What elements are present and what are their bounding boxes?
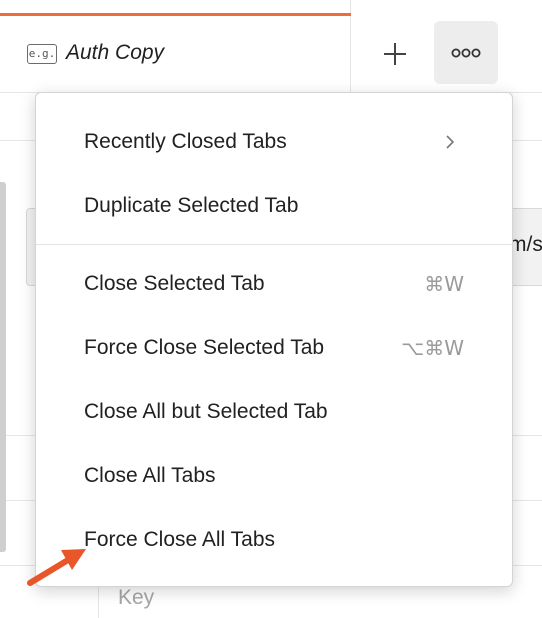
menu-item-duplicate-selected-tab[interactable]: Duplicate Selected Tab <box>36 174 512 238</box>
menu-item-label: Close All but Selected Tab <box>84 400 328 423</box>
chevron-right-icon <box>446 135 455 149</box>
plus-icon <box>384 43 406 65</box>
example-badge: e.g. <box>27 44 57 64</box>
url-text: m/s <box>509 233 542 256</box>
menu-item-close-selected-tab[interactable]: Close Selected Tab ⌘W <box>36 252 512 316</box>
tab-actions-menu: Recently Closed Tabs Duplicate Selected … <box>35 92 513 587</box>
annotation-arrow-icon <box>27 549 86 586</box>
menu-item-force-close-selected-tab[interactable]: Force Close Selected Tab ⌥⌘W <box>36 316 512 380</box>
shortcut-hint: ⌥⌘W <box>401 336 464 360</box>
menu-item-label: Close Selected Tab <box>84 272 265 295</box>
menu-item-label: Duplicate Selected Tab <box>84 194 299 217</box>
key-placeholder: Key <box>118 586 155 609</box>
shortcut-hint: ⌘W <box>424 272 464 296</box>
tab-bar: e.g. Auth Copy <box>0 0 542 93</box>
menu-item-label: Force Close All Tabs <box>84 528 276 551</box>
tab-title: Auth Copy <box>66 41 165 64</box>
menu-item-label: Close All Tabs <box>84 464 216 487</box>
more-horizontal-icon <box>451 48 481 57</box>
active-tab-indicator <box>0 13 351 16</box>
menu-divider <box>36 244 512 245</box>
menu-item-label: Force Close Selected Tab <box>84 336 325 359</box>
menu-item-label: Recently Closed Tabs <box>84 130 287 153</box>
menu-item-close-all-tabs[interactable]: Close All Tabs <box>36 444 512 508</box>
menu-item-recently-closed-tabs[interactable]: Recently Closed Tabs <box>36 110 512 174</box>
tab-auth-copy[interactable]: e.g. Auth Copy <box>0 0 351 92</box>
menu-item-close-all-but-selected-tab[interactable]: Close All but Selected Tab <box>36 380 512 444</box>
more-actions-button[interactable] <box>434 21 498 84</box>
new-tab-button[interactable] <box>374 33 416 75</box>
scroll-track[interactable] <box>0 182 6 552</box>
menu-item-force-close-all-tabs[interactable]: Force Close All Tabs <box>36 508 512 572</box>
